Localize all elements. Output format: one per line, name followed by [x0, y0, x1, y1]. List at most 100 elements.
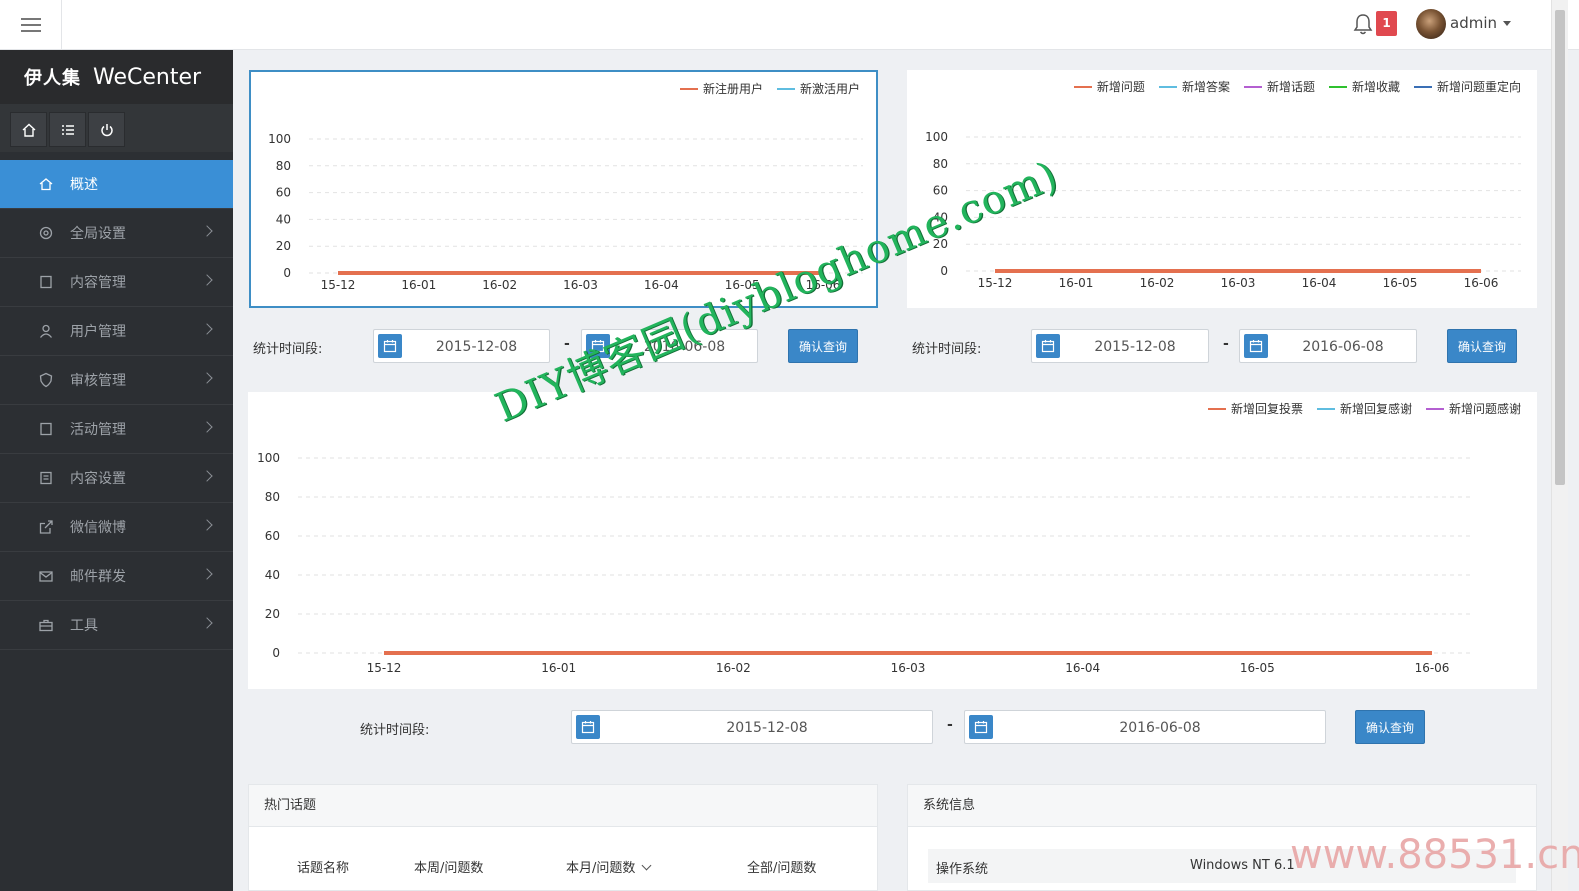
x-tick-label: 15-12 — [367, 661, 402, 675]
y-tick-label: 80 — [933, 157, 948, 171]
user-icon — [38, 323, 54, 339]
legend-item[interactable]: 新增回复投票 — [1207, 400, 1303, 417]
home-icon — [38, 176, 54, 192]
calendar-icon[interactable] — [1036, 334, 1060, 358]
reply-stats-chart: 0 20 40 60 80 100 15-12 16-01 16-02 16-03 16-04 16-… — [257, 451, 1472, 675]
y-tick-label: 20 — [265, 607, 280, 621]
brand-logo[interactable]: 伊人集 WeCenter — [0, 50, 233, 104]
chevron-down-icon — [641, 860, 652, 871]
home-button[interactable] — [10, 112, 47, 147]
x-tick-label: 16-02 — [482, 278, 517, 292]
y-tick-label: 100 — [257, 451, 280, 465]
brand-name-en: WeCenter — [93, 64, 202, 90]
scrollbar-thumb[interactable] — [1555, 10, 1565, 485]
sidebar-item-label: 工具 — [70, 618, 98, 634]
confirm-query-button[interactable]: 确认查询 — [788, 329, 858, 363]
brand-name-cn: 伊人集 — [24, 68, 81, 89]
sidebar-item-global-settings[interactable]: 全局设置 — [0, 209, 233, 258]
x-tick-label: 16-04 — [1302, 276, 1337, 290]
legend-item[interactable]: 新增收藏 — [1328, 78, 1400, 95]
chevron-right-icon — [201, 519, 213, 531]
legend-label: 新注册用户 — [702, 82, 763, 96]
sidebar-item-label: 概述 — [70, 177, 98, 193]
calendar-icon[interactable] — [378, 334, 402, 358]
legend-label: 新增答案 — [1181, 80, 1230, 94]
column-header-month-count[interactable]: 本月/问题数 — [566, 857, 652, 876]
sidebar-item-review-management[interactable]: 审核管理 — [0, 356, 233, 405]
sidebar-item-user-management[interactable]: 用户管理 — [0, 307, 233, 356]
end-date-input[interactable]: 2016-06-08 — [1239, 329, 1417, 363]
x-tick-label: 16-06 — [1464, 276, 1499, 290]
start-date-input[interactable]: 2015-12-08 — [571, 710, 933, 744]
x-tick-label: 16-03 — [563, 278, 598, 292]
legend-item[interactable]: 新激活用户 — [776, 80, 860, 97]
calendar-icon[interactable] — [576, 715, 600, 739]
user-menu[interactable]: admin — [1450, 14, 1511, 32]
chevron-right-icon — [201, 568, 213, 580]
chart-legend: 新增问题 新增答案 新增话题 新增收藏 新增问题重定向 — [1073, 78, 1521, 95]
list-icon — [61, 124, 74, 135]
start-date-value: 2015-12-08 — [726, 720, 808, 736]
column-header-week-count[interactable]: 本周/问题数 — [414, 857, 483, 876]
legend-item[interactable]: 新增问题 — [1073, 78, 1145, 95]
caret-down-icon — [1503, 21, 1511, 26]
system-info-key: 操作系统 — [936, 862, 989, 877]
date-filter-row: 统计时间段: 2015-12-08 - 2016-06-08 确认查询 — [360, 710, 1430, 744]
quick-actions — [0, 104, 233, 152]
y-tick-label: 0 — [283, 266, 291, 280]
x-tick-label: 16-06 — [1415, 661, 1450, 675]
chevron-right-icon — [201, 617, 213, 629]
confirm-query-button[interactable]: 确认查询 — [1447, 329, 1517, 363]
sidebar-item-activity-management[interactable]: 活动管理 — [0, 405, 233, 454]
sidebar-item-tools[interactable]: 工具 — [0, 601, 233, 650]
sidebar-item-overview[interactable]: 概述 — [0, 160, 233, 209]
x-tick-label: 15-12 — [321, 278, 356, 292]
legend-item[interactable]: 新增问题重定向 — [1413, 78, 1521, 95]
avatar[interactable] — [1416, 9, 1446, 39]
sidebar-item-content-settings[interactable]: 内容设置 — [0, 454, 233, 503]
legend-label: 新增回复投票 — [1230, 402, 1303, 416]
legend-label: 新增问题感谢 — [1448, 402, 1521, 416]
sidebar-item-content-management[interactable]: 内容管理 — [0, 258, 233, 307]
y-tick-label: 40 — [265, 568, 280, 582]
y-tick-label: 100 — [925, 130, 948, 144]
legend-item[interactable]: 新增问题感谢 — [1425, 400, 1521, 417]
legend-item[interactable]: 新增答案 — [1158, 78, 1230, 95]
hot-topics-title: 热门话题 — [249, 785, 877, 827]
date-filter-row: 统计时间段: 2015-12-08 - 2016-06-08 确认查询 — [912, 329, 1522, 363]
column-header-label: 本月/问题数 — [566, 861, 636, 876]
system-info-value: Windows NT 6.1 — [1190, 858, 1295, 873]
y-tick-label: 60 — [276, 186, 291, 200]
legend-item[interactable]: 新增回复感谢 — [1316, 400, 1412, 417]
mail-icon — [38, 568, 54, 584]
sidebar-item-label: 用户管理 — [70, 324, 126, 340]
page-scrollbar[interactable] — [1551, 0, 1568, 891]
calendar-icon[interactable] — [1244, 334, 1268, 358]
start-date-input[interactable]: 2015-12-08 — [373, 329, 550, 363]
legend-item[interactable]: 新增话题 — [1243, 78, 1315, 95]
notification-badge[interactable]: 1 — [1376, 11, 1397, 36]
chevron-right-icon — [201, 470, 213, 482]
sidebar-item-wechat-weibo[interactable]: 微信微博 — [0, 503, 233, 552]
chevron-right-icon — [201, 323, 213, 335]
x-tick-label: 16-04 — [644, 278, 679, 292]
logout-button[interactable] — [88, 112, 125, 147]
start-date-input[interactable]: 2015-12-08 — [1031, 329, 1209, 363]
end-date-input[interactable]: 2016-06-08 — [964, 710, 1326, 744]
list-button[interactable] — [49, 112, 86, 147]
bell-icon[interactable] — [1352, 12, 1374, 36]
x-tick-label: 16-03 — [1221, 276, 1256, 290]
chart-legend: 新注册用户 新激活用户 — [679, 80, 860, 97]
menu-toggle-button[interactable] — [0, 0, 62, 50]
sidebar-item-label: 微信微博 — [70, 520, 126, 536]
reply-stats-chart-panel: 新增回复投票 新增回复感谢 新增问题感谢 0 20 40 60 80 100 15-12 16… — [248, 392, 1537, 689]
calendar-icon[interactable] — [969, 715, 993, 739]
confirm-query-button[interactable]: 确认查询 — [1355, 710, 1425, 744]
sidebar-item-mass-mail[interactable]: 邮件群发 — [0, 552, 233, 601]
legend-item[interactable]: 新注册用户 — [679, 80, 763, 97]
share-icon — [38, 519, 54, 535]
column-header-total-count[interactable]: 全部/问题数 — [747, 857, 816, 876]
hot-topics-panel: 热门话题 话题名称 本周/问题数 本月/问题数 全部/问题数 — [248, 784, 878, 891]
list-document-icon — [38, 470, 54, 486]
filter-label: 统计时间段: — [360, 723, 430, 738]
